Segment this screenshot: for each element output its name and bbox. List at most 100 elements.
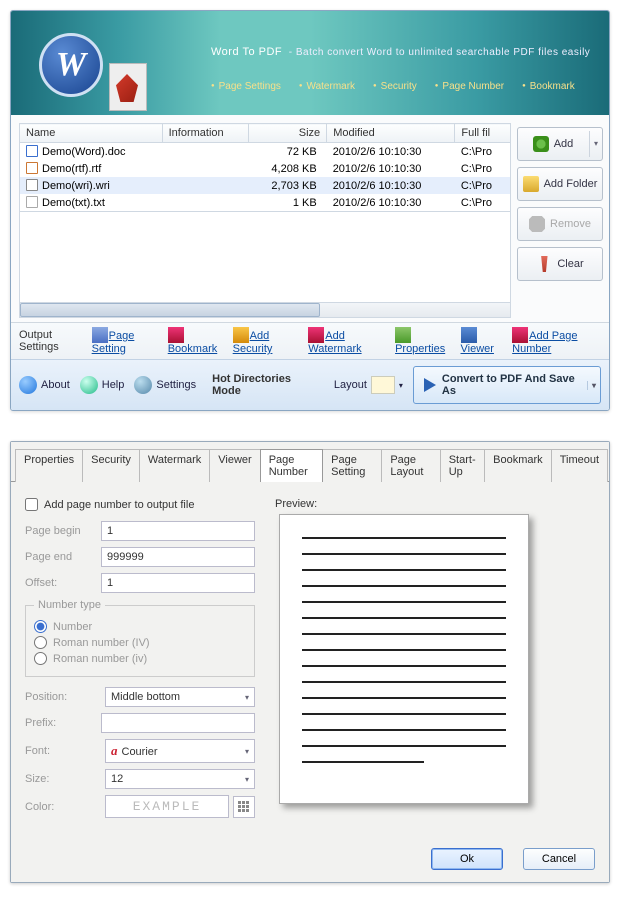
page-end-label: Page end (25, 551, 101, 563)
plus-icon (533, 136, 549, 152)
tab-page-setting[interactable]: Page Setting (322, 449, 382, 482)
number-type-group: Number type Number Roman number (IV) Rom… (25, 599, 255, 677)
banner-tab[interactable]: Page Settings (211, 81, 281, 92)
horizontal-scrollbar[interactable] (19, 302, 511, 318)
table-row[interactable]: Demo(txt).txt1 KB2010/2/6 10:10:30C:\Pro (20, 194, 511, 212)
table-row[interactable]: Demo(Word).doc72 KB2010/2/6 10:10:30C:\P… (20, 143, 511, 161)
viewer-link[interactable]: Viewer (461, 343, 494, 355)
page-begin-label: Page begin (25, 525, 101, 537)
font-select[interactable]: aCourier (105, 739, 255, 763)
bookmark-icon (168, 327, 184, 343)
tab-security[interactable]: Security (82, 449, 140, 482)
preview-page (279, 514, 529, 804)
banner-tab[interactable]: Page Number (435, 81, 504, 92)
banner-tabs: Page Settings Watermark Security Page Nu… (211, 81, 575, 92)
size-label: Size: (25, 773, 105, 785)
file-table[interactable]: Name Information Size Modified Full fil … (19, 123, 511, 212)
col-info[interactable]: Information (162, 124, 249, 143)
tab-page-layout[interactable]: Page Layout (381, 449, 440, 482)
page-begin-input[interactable] (101, 521, 255, 541)
cancel-button[interactable]: Cancel (523, 848, 595, 870)
ok-button[interactable]: Ok (431, 848, 503, 870)
table-row[interactable]: Demo(rtf).rtf4,208 KB2010/2/6 10:10:30C:… (20, 160, 511, 177)
help-button[interactable]: Help (80, 376, 125, 394)
prefix-input[interactable] (101, 713, 255, 733)
clear-icon (536, 256, 552, 272)
page-number-form: Add page number to output file Page begi… (25, 498, 255, 824)
settings-dialog: PropertiesSecurityWatermarkViewerPage Nu… (10, 441, 610, 883)
size-select[interactable]: 12 (105, 769, 255, 789)
tab-page-number[interactable]: Page Number (260, 449, 323, 482)
checkbox-label: Add page number to output file (44, 499, 194, 511)
color-label: Color: (25, 801, 105, 813)
file-icon (26, 162, 38, 174)
app-title: Word To PDF - Batch convert Word to unli… (211, 35, 590, 61)
table-row[interactable]: Demo(wri).wri2,703 KB2010/2/6 10:10:30C:… (20, 177, 511, 194)
tab-strip: PropertiesSecurityWatermarkViewerPage Nu… (11, 442, 609, 481)
radio-roman-upper[interactable] (34, 636, 47, 649)
clear-button[interactable]: Clear (517, 247, 603, 281)
page-setting-icon (92, 327, 108, 343)
grid-icon (238, 801, 250, 813)
arrow-right-icon (424, 378, 436, 392)
gear-icon (134, 376, 152, 394)
settings-button[interactable]: Settings (134, 376, 196, 394)
banner: W Word To PDF - Batch convert Word to un… (11, 11, 609, 115)
layout-swatch-icon (371, 376, 395, 394)
add-folder-button[interactable]: Add Folder (517, 167, 603, 201)
app-logo: W (39, 33, 103, 97)
col-modified[interactable]: Modified (327, 124, 455, 143)
info-icon (19, 376, 37, 394)
watermark-icon (308, 327, 324, 343)
remove-button[interactable]: Remove (517, 207, 603, 241)
prefix-label: Prefix: (25, 717, 101, 729)
bottom-toolbar: About Help Settings Hot Directories Mode… (11, 359, 609, 410)
banner-tab[interactable]: Security (373, 81, 417, 92)
position-select[interactable]: Middle bottom (105, 687, 255, 707)
output-settings-label: Output Settings (19, 329, 82, 353)
radio-roman-lower[interactable] (34, 652, 47, 665)
properties-link[interactable]: Properties (395, 343, 445, 355)
add-page-number-checkbox[interactable] (25, 498, 38, 511)
tab-viewer[interactable]: Viewer (209, 449, 260, 482)
banner-tab[interactable]: Bookmark (522, 81, 575, 92)
radio-number[interactable] (34, 620, 47, 633)
page-end-input[interactable] (101, 547, 255, 567)
add-button[interactable]: Add (517, 127, 603, 161)
subtitle-text: - Batch convert Word to unlimited search… (289, 47, 591, 58)
about-button[interactable]: About (19, 376, 70, 394)
remove-icon (529, 216, 545, 232)
tab-timeout[interactable]: Timeout (551, 449, 608, 482)
col-size[interactable]: Size (249, 124, 327, 143)
layout-control[interactable]: Layout▾ (334, 376, 403, 394)
font-icon: a (111, 743, 118, 758)
security-icon (233, 327, 249, 343)
banner-tab[interactable]: Watermark (299, 81, 355, 92)
title-text: Word To PDF (211, 46, 282, 58)
number-type-legend: Number type (34, 599, 105, 611)
col-name[interactable]: Name (20, 124, 163, 143)
file-icon (26, 196, 38, 208)
offset-label: Offset: (25, 577, 101, 589)
tab-properties[interactable]: Properties (15, 449, 83, 482)
properties-icon (395, 327, 411, 343)
font-label: Font: (25, 745, 105, 757)
folder-icon (523, 176, 539, 192)
convert-button[interactable]: Convert to PDF And Save As (413, 366, 601, 404)
file-icon (26, 145, 38, 157)
col-path[interactable]: Full fil (455, 124, 511, 143)
color-example: EXAMPLE (105, 795, 229, 818)
hot-directories-mode[interactable]: Hot Directories Mode (206, 373, 324, 397)
position-label: Position: (25, 691, 105, 703)
tab-bookmark[interactable]: Bookmark (484, 449, 552, 482)
main-window: W Word To PDF - Batch convert Word to un… (10, 10, 610, 411)
offset-input[interactable] (101, 573, 255, 593)
color-picker-button[interactable] (233, 796, 255, 818)
preview-label: Preview: (275, 498, 595, 510)
tab-start-up[interactable]: Start-Up (440, 449, 485, 482)
file-icon (26, 179, 38, 191)
viewer-icon (461, 327, 477, 343)
tab-watermark[interactable]: Watermark (139, 449, 210, 482)
help-icon (80, 376, 98, 394)
bookmark-link[interactable]: Bookmark (168, 343, 218, 355)
